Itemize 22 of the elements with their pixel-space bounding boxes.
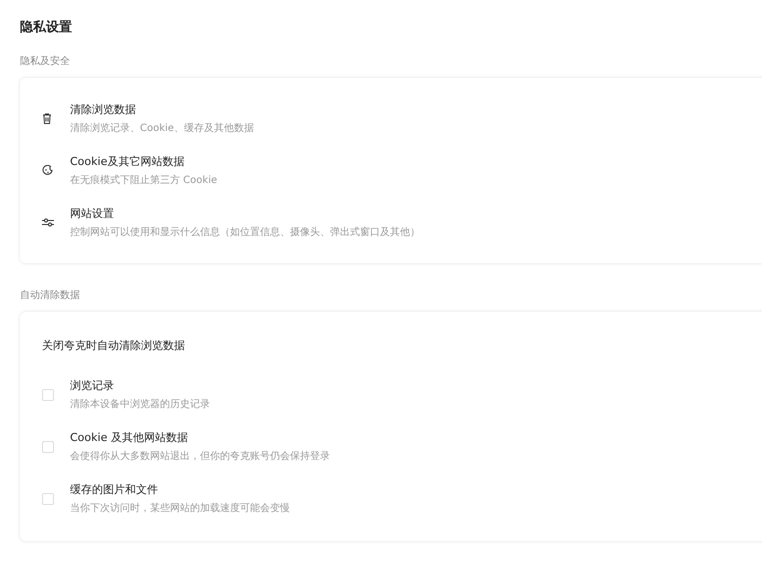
page-title: 隐私设置 — [20, 19, 73, 36]
checkbox[interactable] — [42, 388, 54, 400]
cookie-icon — [42, 165, 53, 176]
section-label: 自动清除数据 — [20, 288, 80, 302]
checkbox[interactable] — [42, 440, 54, 452]
option-label: 缓存的图片和文件 — [70, 482, 159, 497]
setting-link[interactable]: 网站设置 — [70, 206, 420, 221]
setting-description: 在无痕模式下阻止第三方 Cookie — [70, 174, 218, 187]
trash-icon — [42, 113, 52, 124]
section-label: 隐私及安全 — [20, 54, 70, 68]
card-heading: 关闭夸克时自动清除浏览数据 — [42, 338, 185, 353]
option-label: 浏览记录 — [70, 378, 115, 393]
option-description: 会使得你从大多数网站退出，但你的夸克账号仍会保持登录 — [70, 450, 330, 463]
setting-link[interactable]: Cookie及其它网站数据 — [70, 154, 218, 169]
setting-link[interactable]: 清除浏览数据 — [70, 102, 254, 117]
option-description: 当你下次访问时，某些网站的加载速度可能会变慢 — [70, 502, 290, 515]
setting-description: 控制网站可以使用和显示什么信息（如位置信息、摄像头、弹出式窗口及其他） — [70, 226, 420, 239]
option-label: Cookie 及其他网站数据 — [70, 430, 189, 445]
option-description: 清除本设备中浏览器的历史记录 — [70, 398, 210, 411]
checkbox[interactable] — [42, 492, 54, 504]
sliders-icon — [42, 218, 54, 227]
setting-description: 清除浏览记录、Cookie、缓存及其他数据 — [70, 122, 254, 135]
